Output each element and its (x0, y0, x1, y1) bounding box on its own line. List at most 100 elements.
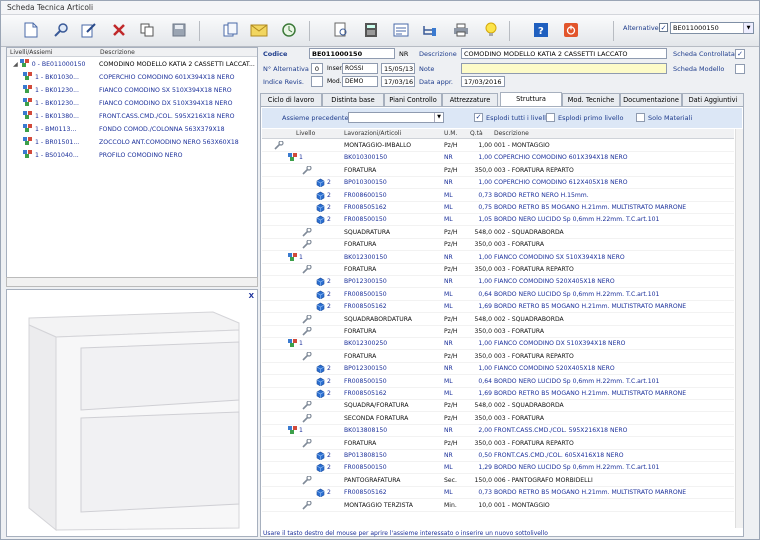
scheda-modello-checkbox[interactable] (735, 64, 745, 74)
grid-row[interactable]: 2 FR008505162 ML 1,69 BORDO RETRO B5 MOGANO … (262, 301, 734, 314)
refresh-icon[interactable] (279, 20, 299, 40)
grid-row[interactable]: 2 FR008505162 ML 0,73 BORDO RETRO B5 MOGANO … (262, 487, 734, 500)
grid-vertical-scrollbar[interactable] (735, 129, 743, 528)
grid-row[interactable]: 2 BP012300150 NR 1,00 FIANCO COMODINO 520X40… (262, 276, 734, 289)
copy-icon[interactable] (137, 20, 157, 40)
grid-row[interactable]: 2 FR008500150 ML 0,64 BORDO NERO LUCIDO Sp 0… (262, 376, 734, 388)
tab-attrezzature[interactable]: Attrezzature (442, 93, 498, 106)
save-icon[interactable] (169, 20, 189, 40)
print-icon[interactable] (451, 20, 471, 40)
tab-ciclo-di-lavoro[interactable]: Ciclo di lavoro (260, 93, 322, 106)
grid-qty: 350,0 (474, 439, 492, 447)
tree-row-code: 0 - BE011000150 (31, 61, 86, 68)
delete-icon[interactable] (109, 20, 129, 40)
assieme-precedente-select[interactable]: ▼ (348, 112, 444, 123)
grid-row[interactable]: FORATURA Pz/H 350,0 003 - FORATURA REPARTO (262, 165, 734, 177)
grid-qty: 1,00 (478, 154, 492, 162)
grid-row[interactable]: SQUADRA/FORATURA Pz/H 548,0 002 - SQUADRABO… (262, 400, 734, 413)
grid-row[interactable]: SQUADRATURA Pz/H 548,0 002 - SQUADRABORDA (262, 227, 734, 239)
search-icon[interactable] (51, 20, 71, 40)
structure-icon[interactable] (419, 20, 439, 40)
tree-horizontal-scrollbar[interactable] (6, 277, 258, 287)
documents-icon[interactable] (221, 20, 241, 40)
grid-row[interactable]: 2 FR008500150 ML 0,64 BORDO NERO LUCIDO Sp 0… (262, 289, 734, 301)
new-icon[interactable] (21, 20, 41, 40)
tree-expander-icon[interactable]: ◢ (13, 61, 18, 68)
tab-mod-tecniche[interactable]: Mod. Tecniche (562, 93, 620, 106)
alternative-select[interactable]: BE011000150 ▼ (670, 22, 754, 34)
close-image-button[interactable]: X (249, 292, 254, 300)
mod-user-field[interactable]: DEMO (342, 76, 378, 87)
tab-distinta-base[interactable]: Distinta base (322, 93, 384, 106)
alternativa-field[interactable]: 0 (311, 63, 323, 74)
inser-date-field[interactable]: 15/05/13 (381, 63, 415, 74)
grid-row[interactable]: 2 FR008505162 ML 0,75 BORDO RETRO B5 MOGANO … (262, 202, 734, 214)
esplodi-primo-checkbox[interactable] (546, 113, 555, 122)
alternative-checkbox[interactable]: ✓ (659, 23, 668, 32)
grid-um: NR (444, 253, 453, 261)
tree-row[interactable]: ◢ 0 - BE011000150 COMODINO MODELLO KATIA 2… (13, 58, 255, 71)
tip-bulb-icon[interactable] (481, 20, 501, 40)
tree-row[interactable]: 1 - BK01030... COPERCHIO COMODINO 601X394… (21, 71, 235, 84)
grid-row[interactable]: PANTOGRAFATURA Sec. 150,0 006 - PANTOGRAFO … (262, 475, 734, 487)
tree-row[interactable]: 1 - BK01230... FIANCO COMODINO DX 510X394… (21, 97, 232, 110)
grid-row[interactable]: FORATURA Pz/H 350,0 003 - FORATURA (262, 239, 734, 252)
grid-row[interactable]: 2 FR008500150 ML 1,05 BORDO NERO LUCIDO Sp 0… (262, 214, 734, 227)
grid-row[interactable]: 1 BK013808150 NR 2,00 FRONT.CASS.CMD./COL. 5… (262, 425, 734, 438)
grid-level: 1 (299, 427, 303, 435)
tree-row[interactable]: 1 - BK01230... FIANCO COMODINO SX 510X394… (21, 84, 232, 97)
esplodi-tutti-checkbox[interactable]: ✓ (474, 113, 483, 122)
solo-materiali-checkbox[interactable] (636, 113, 645, 122)
note-field[interactable] (461, 63, 667, 74)
scheda-controllata-checkbox[interactable]: ✓ (735, 49, 745, 59)
grid-row[interactable]: FORATURA Pz/H 350,0 003 - FORATURA REPARTO (262, 437, 734, 450)
help-icon[interactable]: ? (531, 20, 551, 40)
grid-row[interactable]: FORATURA Pz/H 350,0 003 - FORATURA REPARTO (262, 351, 734, 363)
tab-struttura[interactable]: Struttura (500, 92, 562, 106)
grid-row[interactable]: 2 BP010300150 NR 1,00 COPERCHIO COMODINO 612… (262, 177, 734, 190)
grid-qty: 1,00 (478, 278, 492, 286)
grid-row[interactable]: 2 BP013808150 NR 0,50 FRONT.CAS.CMD./COL. 60… (262, 450, 734, 462)
tree-row[interactable]: 1 - BS01040... PROFILO COMODINO NERO (21, 149, 183, 162)
exit-icon[interactable] (561, 20, 581, 40)
tree-row-code: 1 - BK01380... (35, 113, 79, 120)
tree-row-code: 1 - BM0113... (35, 126, 77, 133)
grid-row[interactable]: FORATURA Pz/H 350,0 003 - FORATURA REPARTO (262, 264, 734, 276)
tab-piani-controllo[interactable]: Piani Controllo (384, 93, 442, 106)
mod-date-field[interactable]: 17/03/16 (381, 76, 415, 87)
inser-user-field[interactable]: ROSSI (342, 63, 378, 74)
grid-row[interactable]: 1 BK012300250 NR 1,00 FIANCO COMODINO DX 510… (262, 338, 734, 351)
tree-row[interactable]: 1 - BK01380... FRONT.CASS.CMD./COL. 595X2… (21, 110, 234, 123)
esplodi-primo-label: Esplodi primo livello (558, 114, 624, 122)
print-preview-icon[interactable] (331, 20, 351, 40)
tab-dati-aggiuntivi[interactable]: Dati Aggiuntivi (682, 93, 744, 106)
tab-documentazione[interactable]: Documentazione (620, 93, 682, 106)
grid-desc: BORDO RETRO B5 MOGANO H.21mm. MULTISTRAT… (494, 303, 687, 311)
grid-item: SQUADRABORDATURA (344, 315, 412, 323)
revisione-field[interactable] (311, 76, 323, 87)
grid-row[interactable]: MONTAGGIO TERZISTA Min. 10,0 001 - MONTAGGI… (262, 499, 734, 512)
form-icon[interactable] (391, 20, 411, 40)
edit-icon[interactable] (79, 20, 99, 40)
grid-row[interactable]: 1 BK010300150 NR 1,00 COPERCHIO COMODINO 601… (262, 152, 734, 165)
grid-row[interactable]: SQUADRABORDATURA Pz/H 548,0 002 - SQUADRABO… (262, 313, 734, 326)
operation-icon (274, 140, 284, 152)
grid-row[interactable]: 2 FR008500150 ML 1,29 BORDO NERO LUCIDO Sp 0… (262, 462, 734, 475)
calculator-icon[interactable] (361, 20, 381, 40)
grid-item: FR008600150 (344, 191, 387, 199)
grid-row[interactable]: FORATURA Pz/H 350,0 003 - FORATURA (262, 326, 734, 338)
grid-row[interactable]: 1 BK012300150 NR 1,00 FIANCO COMODINO SX 510… (262, 252, 734, 264)
mail-icon[interactable] (249, 20, 269, 40)
grid-row[interactable]: 2 FR008600150 ML 0,73 BORDO RETRO NERO H.15m… (262, 190, 734, 202)
grid-row[interactable]: 2 BP012300150 NR 1,00 FIANCO COMODINO 520X40… (262, 363, 734, 376)
grid-row[interactable]: SECONDA FORATURA Pz/H 350,0 003 - FORATURA (262, 413, 734, 425)
grid-row[interactable]: 2 FR008505162 ML 1,69 BORDO RETRO B5 MOGANO … (262, 388, 734, 400)
descrizione-field[interactable]: COMODINO MODELLO KATIA 2 CASSETTI LACCAT… (461, 48, 667, 59)
grid-row[interactable]: MONTAGGIO-IMBALLO Pz/H 1,00 001 - MONTAGGIO (262, 140, 734, 152)
tree-row[interactable]: 1 - BM0113... FONDO COMOD./COLONNA 563X37… (21, 123, 225, 136)
material-icon (316, 178, 325, 189)
tree-row[interactable]: 1 - BR01501... ZOCCOLO ANT.COMODINO NERO … (21, 136, 239, 149)
footer-hint: Usare il tasto destro del mouse per apri… (263, 530, 548, 537)
codice-field[interactable]: BE011000150 (309, 48, 395, 59)
data-appr-field[interactable]: 17/03/2016 (461, 76, 505, 87)
